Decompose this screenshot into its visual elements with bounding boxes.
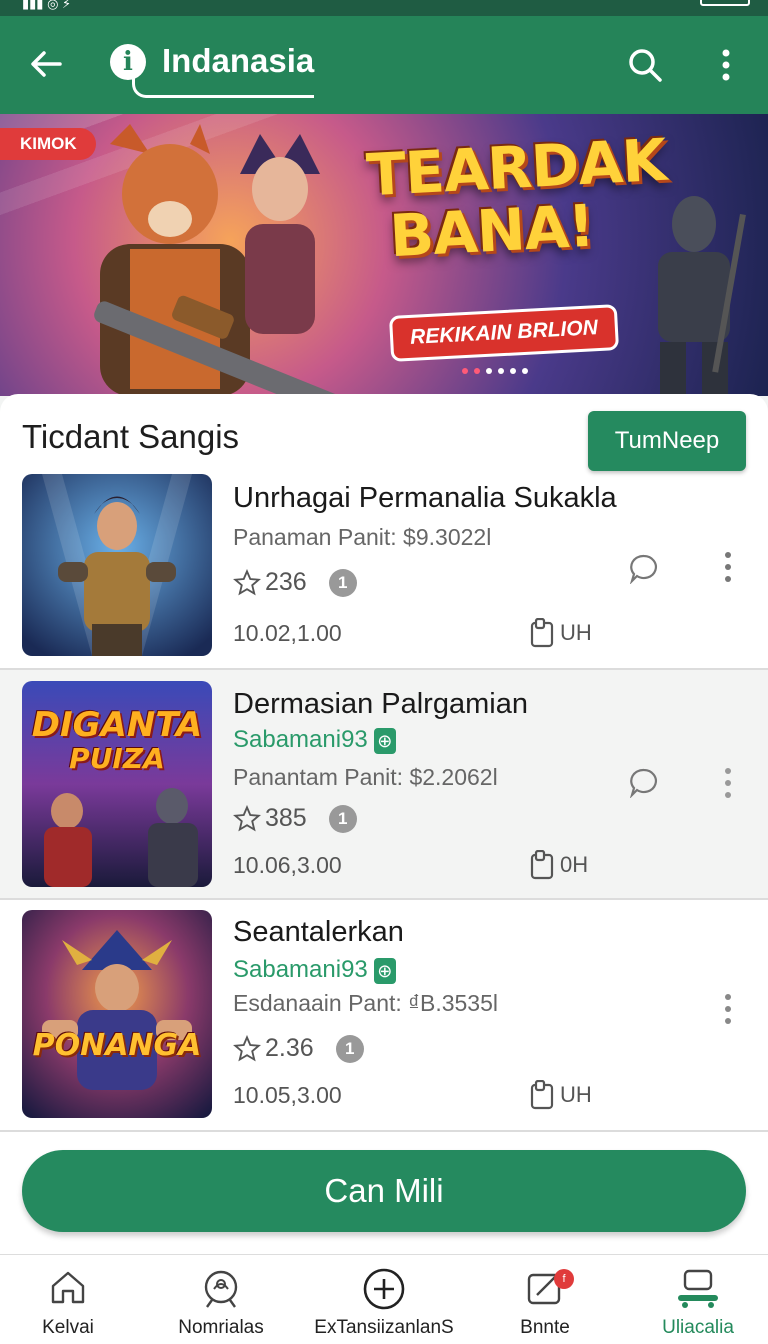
clipboard-icon [530, 850, 554, 880]
clipboard-icon [530, 1080, 554, 1110]
rating-value: 2.36 [265, 1034, 314, 1062]
item-rating: 2.36 1 [233, 1034, 364, 1063]
item-date: 10.02,1.00 [233, 620, 342, 646]
promo-banner[interactable]: KIMOK TEARDAK BANA! REKIKAIN BRLION [0, 114, 768, 396]
item-rating: 236 1 [233, 568, 357, 597]
home-icon [51, 1271, 85, 1304]
star-icon [233, 568, 261, 595]
clipboard-icon [530, 618, 554, 648]
carousel-dot[interactable] [474, 368, 480, 374]
count-badge: 1 [335, 1034, 364, 1063]
section-title: Ticdant Sangis [22, 418, 240, 455]
rating-value: 236 [265, 568, 307, 596]
item-date: 10.05,3.00 [233, 1082, 342, 1108]
search-icon[interactable] [626, 46, 664, 84]
banner-headline: TEARDAK BANA! [364, 125, 668, 271]
comment-icon[interactable] [628, 766, 660, 798]
bottom-navigation: Kelvai Nomrialas ExTansiizanlanS f Bnnte… [0, 1254, 768, 1344]
count-badge: 1 [328, 568, 357, 597]
carousel-dots[interactable] [462, 368, 528, 374]
carousel-dot[interactable] [510, 368, 516, 374]
search-user-icon [204, 1270, 238, 1308]
status-bar: ▮▮▮ ◎ ⚡ [0, 0, 768, 16]
more-vertical-icon[interactable] [718, 992, 738, 1026]
nav-item-profile[interactable]: Uliacalia [623, 1255, 768, 1344]
item-size: UH [528, 618, 592, 648]
list-item[interactable]: Unrhagai Permanalia Sukakla Panaman Pani… [0, 470, 768, 670]
more-vertical-icon[interactable] [712, 46, 740, 84]
item-size: UH [528, 1080, 592, 1110]
more-vertical-icon[interactable] [718, 766, 738, 800]
verified-icon: ⊕ [373, 727, 396, 754]
game-thumbnail[interactable] [22, 910, 212, 1118]
banner-badge: KIMOK [0, 128, 96, 160]
carousel-dot[interactable] [498, 368, 504, 374]
item-price: Panaman Panit: $9.3022l [233, 524, 492, 550]
battery-icon [700, 0, 750, 6]
carousel-dot[interactable] [522, 368, 528, 374]
nav-item-search[interactable]: Nomrialas [146, 1255, 296, 1344]
list-item[interactable]: PONANGA Seantalerkan Sabamani93 ⊕ Esdanaa… [0, 900, 768, 1132]
item-date: 10.06,3.00 [233, 852, 342, 878]
item-developer[interactable]: Sabamani93 ⊕ [233, 726, 396, 754]
plus-circle-icon [363, 1268, 405, 1310]
item-developer[interactable]: Sabamani93 ⊕ [233, 956, 396, 984]
count-badge: 1 [328, 804, 357, 833]
notification-badge: f [554, 1269, 574, 1289]
rating-value: 385 [265, 804, 307, 832]
app-bar: i Indanasia [0, 16, 768, 114]
page-title: Indanasia [162, 42, 315, 79]
hero-illustration [240, 134, 320, 334]
section-action-button[interactable]: TumNeep [588, 411, 746, 471]
carousel-dot[interactable] [486, 368, 492, 374]
item-title[interactable]: Dermasian Palrgamian [233, 688, 528, 721]
item-price: Panantam Panit: $2.2062l [233, 764, 498, 790]
thumbnail-text: PONANGA [32, 1028, 202, 1063]
nav-item-add[interactable]: ExTansiizanlanS [309, 1255, 459, 1344]
item-title[interactable]: Seantalerkan [233, 916, 404, 949]
verified-icon: ⊕ [373, 957, 396, 984]
item-title[interactable]: Unrhagai Permanalia Sukakla [233, 482, 617, 515]
item-size: 0H [528, 850, 588, 880]
item-price: Esdanaain Pant: ₫B.3535l [233, 990, 498, 1016]
thumbnail-text: DIGANTA PUIZA [31, 705, 203, 775]
info-icon[interactable]: i [110, 44, 146, 80]
carousel-dot[interactable] [462, 368, 468, 374]
profile-icon [678, 1269, 718, 1308]
primary-cta-button[interactable]: Can Mili [22, 1150, 746, 1232]
list-item[interactable]: DIGANTA PUIZA Dermasian Palrgamian Sabam… [0, 670, 768, 900]
item-rating: 385 1 [233, 804, 357, 833]
star-icon [233, 804, 261, 831]
star-icon [233, 1034, 261, 1061]
status-left: ▮▮▮ ◎ ⚡ [22, 0, 72, 11]
more-vertical-icon[interactable] [718, 550, 738, 584]
game-thumbnail[interactable] [22, 474, 212, 656]
comment-icon[interactable] [628, 552, 660, 584]
arrow-left-icon[interactable] [26, 44, 66, 84]
